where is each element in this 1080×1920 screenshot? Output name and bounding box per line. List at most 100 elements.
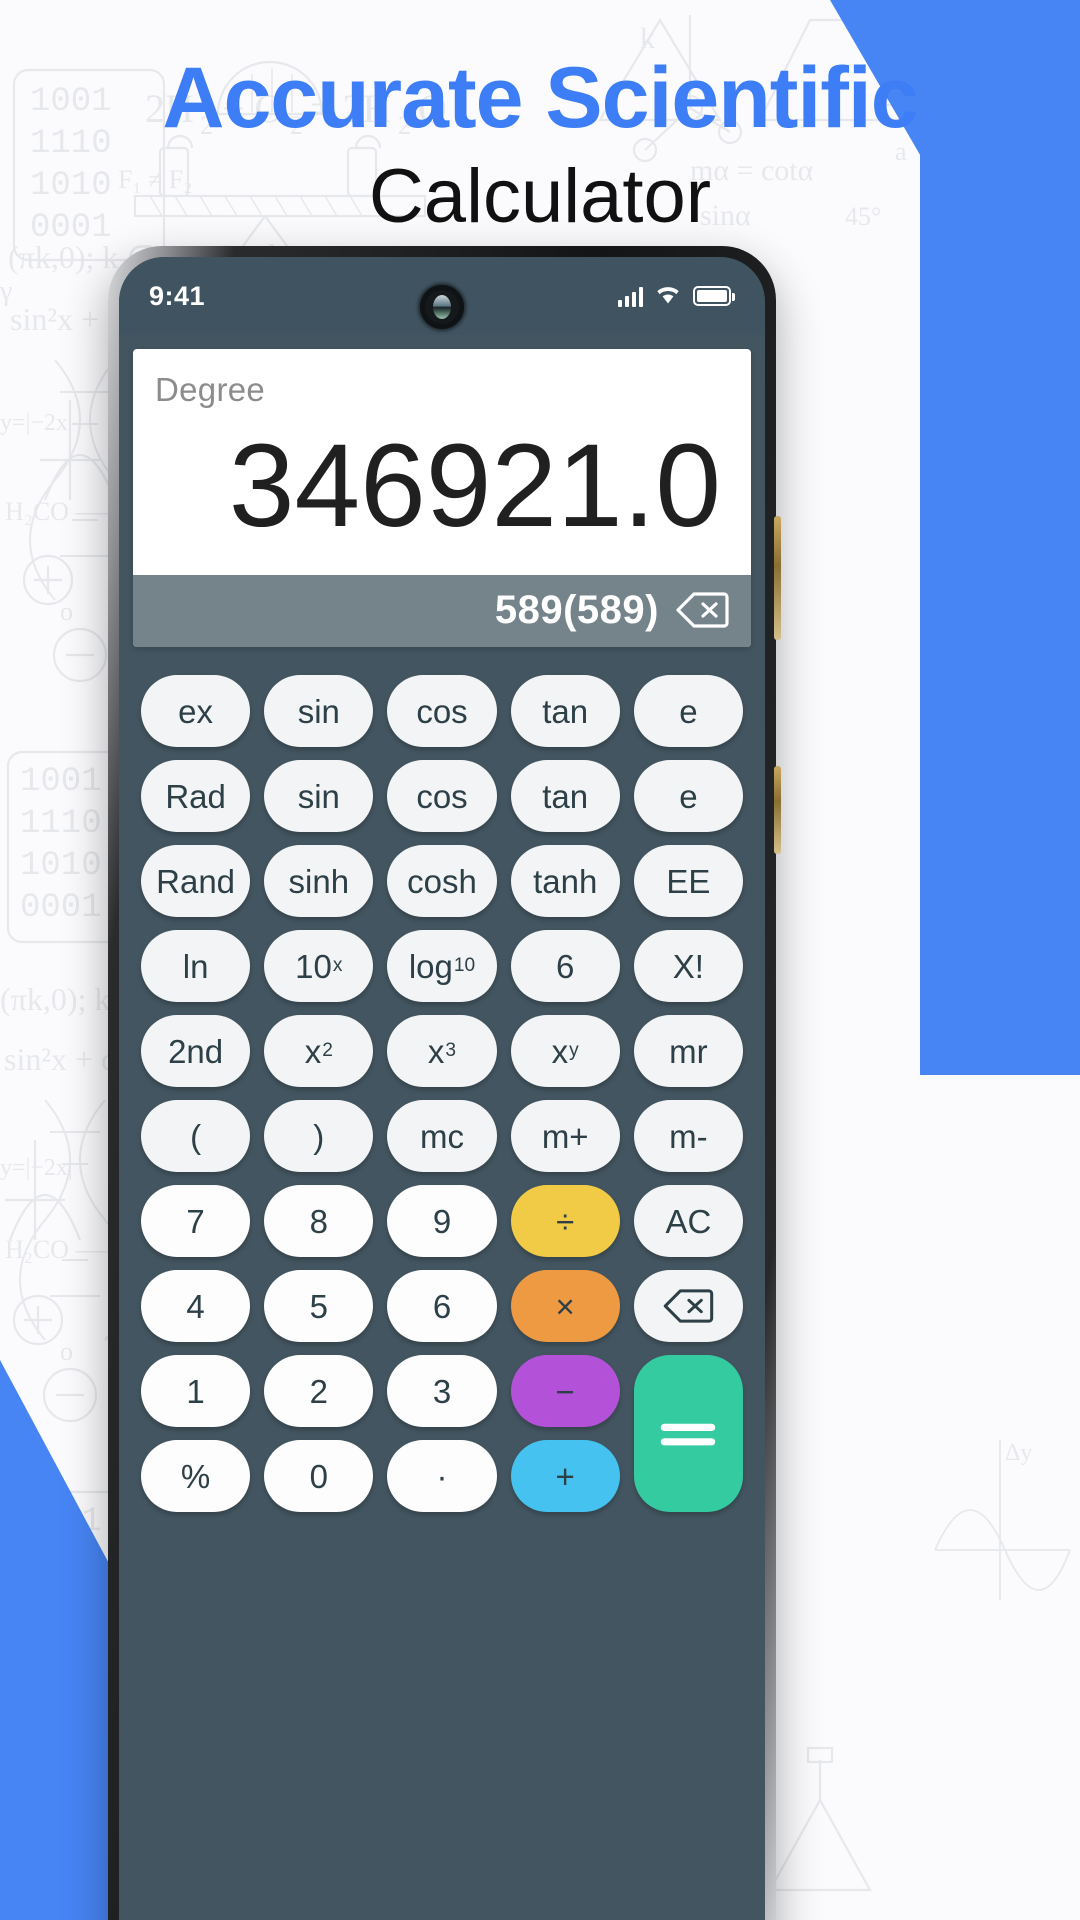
status-bar-icons [617,283,735,310]
key-tanh[interactable]: tanh [510,845,620,917]
key-2[interactable]: 2 [264,1355,374,1427]
key-9[interactable]: 9 [387,1185,497,1257]
key-ln[interactable]: ln [141,930,251,1002]
phone-power-button[interactable] [774,766,781,854]
key-label: x [427,1032,445,1070]
key-label: · [436,1457,448,1495]
angle-mode-label: Degree [155,371,266,408]
key-ac[interactable]: AC [633,1185,743,1257]
key-factorial[interactable]: X! [633,930,743,1002]
key-label: 2nd [168,1032,224,1070]
key-label: ( [190,1117,202,1155]
key-percent[interactable]: % [141,1440,251,1512]
key-label: ) [313,1117,325,1155]
svg-text:1010: 1010 [20,847,102,885]
expression-bar: 589(589) [133,575,751,647]
key-x-pow-y[interactable]: xy [510,1015,620,1087]
key-open-paren[interactable]: ( [141,1100,251,1172]
key-label: − [555,1372,575,1410]
key-label: × [555,1287,575,1325]
key-label: 0 [309,1457,328,1495]
key-label: Rad [165,777,226,815]
key-equals[interactable] [633,1355,743,1512]
key-4[interactable]: 4 [141,1270,251,1342]
key-label: 2 [309,1372,328,1410]
key-cos-1[interactable]: cos [387,675,497,747]
key-label: 4 [186,1287,205,1325]
key-add[interactable]: + [510,1440,620,1512]
key-2nd[interactable]: 2nd [141,1015,251,1087]
headline-line-1: Accurate Scientific [162,50,918,146]
key-label: 5 [309,1287,328,1325]
key-label: x [304,1032,322,1070]
key-label: m- [669,1117,708,1155]
key-label: 7 [186,1202,205,1240]
key-log10[interactable]: log 10 [387,930,497,1002]
key-3[interactable]: 3 [387,1355,497,1427]
display-zone: Degree 346921.0 589(589) [119,335,765,647]
key-label: 6 [432,1287,452,1325]
key-divide[interactable]: ÷ [510,1185,620,1257]
key-5[interactable]: 5 [264,1270,374,1342]
key-label: 9 [432,1202,452,1240]
key-1[interactable]: 1 [141,1355,251,1427]
key-label: 10 [295,947,332,985]
key-close-paren[interactable]: ) [264,1100,374,1172]
key-label: sin [297,692,340,730]
calculator-display: Degree 346921.0 589(589) [133,349,751,647]
key-six-fn[interactable]: 6 [510,930,620,1002]
key-tan-1[interactable]: tan [510,675,620,747]
key-x-squared[interactable]: x2 [264,1015,374,1087]
key-x-cubed[interactable]: x3 [387,1015,497,1087]
key-label: % [180,1457,211,1495]
key-label: tan [542,777,589,815]
key-10-pow-x[interactable]: 10 x [264,930,374,1002]
svg-text:1001: 1001 [20,763,102,801]
headline-line-2: Calculator [368,153,712,239]
key-label: 8 [309,1202,328,1240]
key-0[interactable]: 0 [264,1440,374,1512]
key-ex[interactable]: ex [141,675,251,747]
key-label: sin [297,777,340,815]
key-cosh[interactable]: cosh [387,845,497,917]
result-value: 346921.0 [228,420,721,552]
key-rad[interactable]: Rad [141,760,251,832]
key-label: ln [182,947,209,985]
key-multiply[interactable]: × [510,1270,620,1342]
key-tan-2[interactable]: tan [510,760,620,832]
key-label: cosh [407,862,477,900]
key-e-2[interactable]: e [633,760,743,832]
key-label: sinh [288,862,350,900]
key-sinh[interactable]: sinh [264,845,374,917]
key-e-1[interactable]: e [633,675,743,747]
key-m-minus[interactable]: m- [633,1100,743,1172]
svg-text:1110: 1110 [20,805,102,843]
key-decimal[interactable]: · [387,1440,497,1512]
key-rand[interactable]: Rand [141,845,251,917]
phone-volume-button[interactable] [774,516,781,640]
key-label: x [551,1032,569,1070]
key-7[interactable]: 7 [141,1185,251,1257]
phone-screen: 9:41 Degree 346921.0 589(589) ex sin cos… [119,257,765,1920]
key-6[interactable]: 6 [387,1270,497,1342]
key-8[interactable]: 8 [264,1185,374,1257]
key-label: 6 [556,947,575,985]
key-m-plus[interactable]: m+ [510,1100,620,1172]
key-sin-1[interactable]: sin [264,675,374,747]
expression-text: 589(589) [494,587,659,632]
svg-text:γ: γ [0,276,12,307]
status-bar-time: 9:41 [149,280,206,311]
backspace-icon[interactable] [675,591,729,629]
key-label: ex [178,692,214,730]
key-mr[interactable]: mr [633,1015,743,1087]
svg-text:y=|−2x|: y=|−2x| [0,1155,73,1181]
key-label: cos [416,777,468,815]
key-sin-2[interactable]: sin [264,760,374,832]
key-mc[interactable]: mc [387,1100,497,1172]
key-backspace[interactable] [633,1270,743,1342]
key-cos-2[interactable]: cos [387,760,497,832]
key-ee[interactable]: EE [633,845,743,917]
headline-block: Accurate Scientific Calculator [0,52,1080,244]
key-label: 3 [432,1372,452,1410]
key-subtract[interactable]: − [510,1355,620,1427]
